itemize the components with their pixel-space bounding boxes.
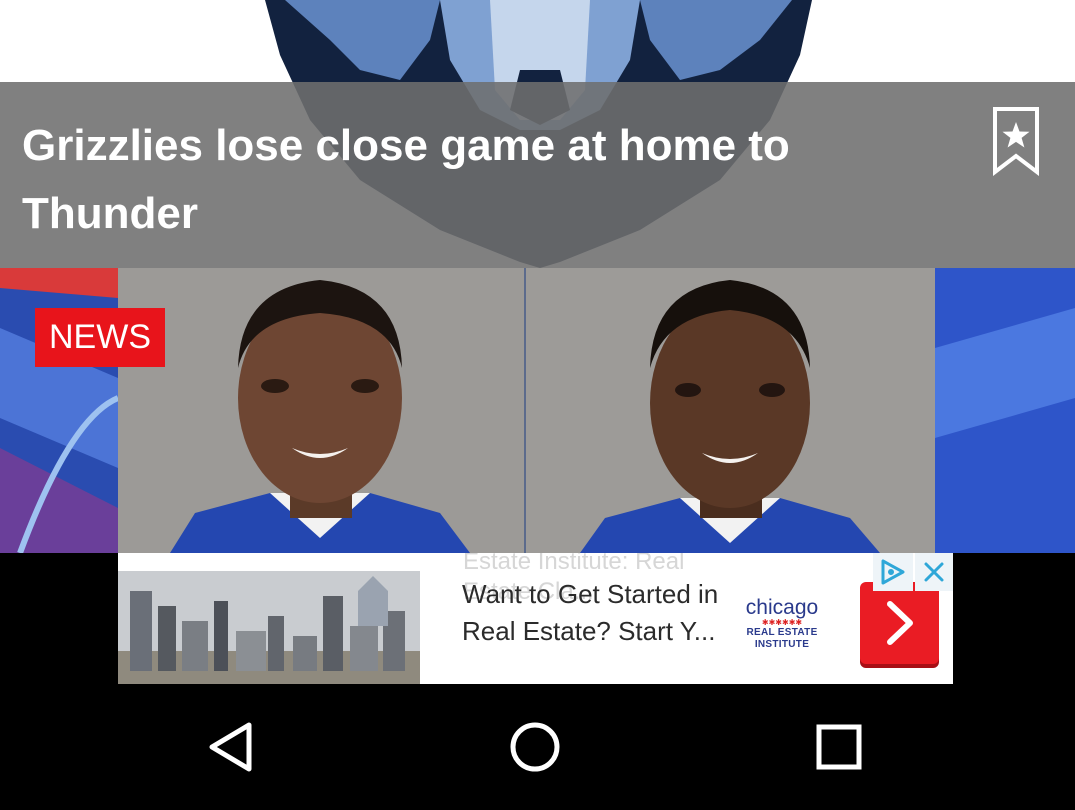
chevron-right-icon [887,601,913,645]
ad-logo-bottom: REAL ESTATE INSTITUTE [746,627,818,650]
bookmark-star-icon[interactable] [992,106,1040,177]
system-navigation-bar [0,684,1075,810]
ad-cta-button[interactable] [860,582,939,664]
ad-logo-top: chicago [745,596,819,619]
hero-story-card[interactable]: Grizzlies lose close game at home to Thu… [0,0,1075,268]
news-story-card[interactable]: NEWS [0,268,1075,553]
home-circle-icon[interactable] [500,720,570,774]
back-triangle-icon[interactable] [199,720,269,774]
ad-headline[interactable]: Want to Get Started in Real Estate? Star… [462,576,722,650]
story-headline[interactable]: Grizzlies lose close game at home to Thu… [22,112,922,248]
ad-choices-icon[interactable] [873,553,913,591]
close-icon[interactable] [915,553,953,591]
ad-logo-stars: ✱✱✱✱✱✱ [761,618,803,627]
ad-brand-logo: chicago ✱✱✱✱✱✱ REAL ESTATE INSTITUTE [744,596,820,651]
news-badge: NEWS [35,308,165,367]
recents-square-icon[interactable] [804,720,874,774]
banner-ad[interactable]: Estate Institute: Real Estate Cla... Wan… [118,553,953,684]
ad-city-skyline-image [118,571,420,684]
